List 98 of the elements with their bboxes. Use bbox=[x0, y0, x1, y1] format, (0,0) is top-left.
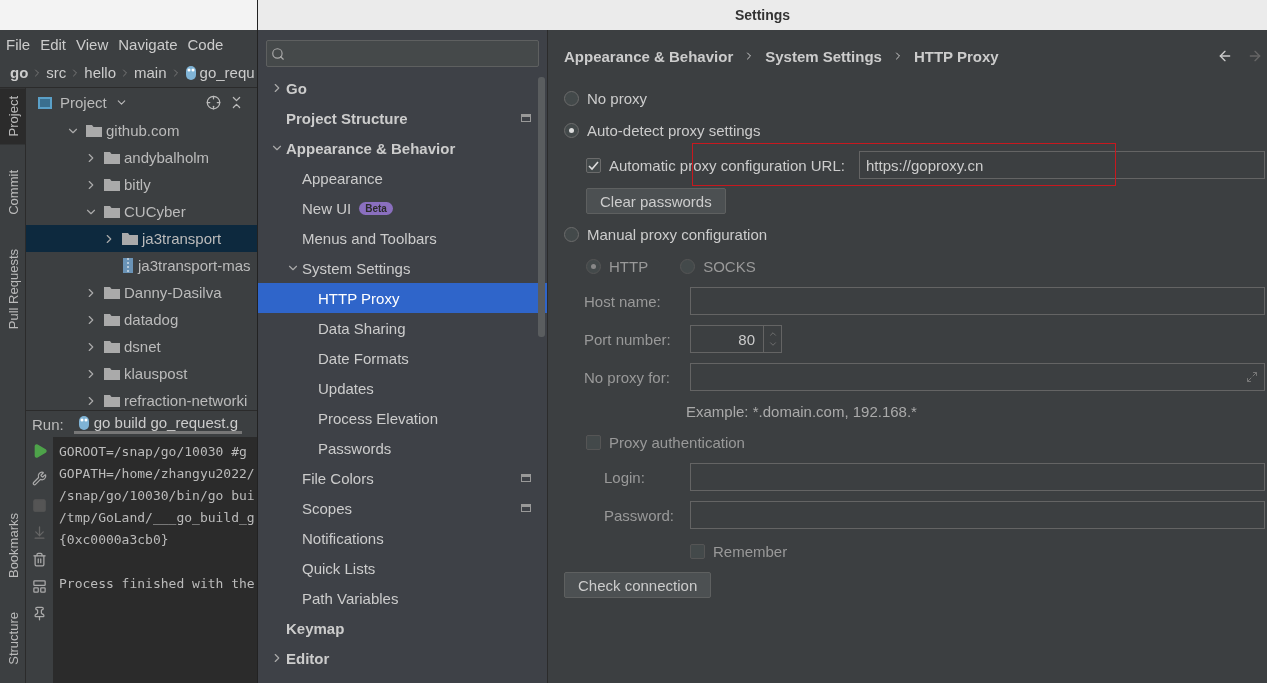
console-line: GOROOT=/snap/go/10030 #g bbox=[59, 443, 248, 461]
settings-nav-item[interactable]: Quick Lists bbox=[258, 553, 547, 583]
tool-window-tab[interactable]: Pull Requests bbox=[0, 241, 26, 338]
check-connection-button[interactable]: Check connection bbox=[564, 572, 712, 598]
folder-icon bbox=[104, 313, 120, 326]
url-field[interactable]: https://goproxy.cn bbox=[858, 151, 1265, 179]
tool-window-tab[interactable]: Project bbox=[0, 88, 26, 145]
project-icon bbox=[38, 96, 52, 109]
settings-nav-item[interactable]: Go bbox=[258, 73, 547, 103]
folder-icon bbox=[86, 124, 102, 137]
panel-title[interactable]: Project bbox=[60, 94, 107, 111]
tree-item[interactable]: github.com bbox=[26, 117, 257, 144]
folder-icon bbox=[104, 394, 120, 407]
settings-nav-item[interactable]: Data Sharing bbox=[258, 313, 547, 343]
settings-nav-item[interactable]: Project Structure bbox=[258, 103, 547, 133]
tree-item[interactable]: refraction-networki bbox=[26, 387, 257, 410]
gopher-icon bbox=[184, 65, 197, 80]
expand-icon[interactable] bbox=[1246, 371, 1258, 383]
tree-item[interactable]: dsnet bbox=[26, 333, 257, 360]
breadcrumb-item[interactable]: go bbox=[10, 64, 29, 81]
settings-nav-item[interactable]: Notifications bbox=[258, 523, 547, 553]
field-label: Port number: bbox=[583, 330, 672, 348]
console-line: {0xc0000a3cb0} bbox=[59, 531, 170, 549]
field-label: Login: bbox=[603, 468, 646, 486]
gopher-icon bbox=[77, 415, 90, 430]
field-label: Host name: bbox=[583, 292, 662, 310]
settings-nav-item[interactable]: Path Variables bbox=[258, 583, 547, 613]
tool-window-tab[interactable]: Bookmarks bbox=[0, 505, 26, 587]
tool-window-tab[interactable]: Structure bbox=[0, 604, 26, 673]
breadcrumb-item[interactable]: go_requ bbox=[199, 64, 255, 81]
window-title: Settings bbox=[258, 0, 1267, 30]
wrench-icon[interactable] bbox=[32, 471, 47, 486]
settings-nav-item[interactable]: Appearance bbox=[258, 163, 547, 193]
folder-icon bbox=[104, 151, 120, 164]
settings-nav-item[interactable]: Passwords bbox=[258, 433, 547, 463]
hint-text: Example: *.domain.com, 192.168.* bbox=[685, 401, 918, 422]
crosshair-icon[interactable] bbox=[205, 95, 221, 110]
radio-button[interactable] bbox=[564, 90, 579, 106]
settings-nav-item[interactable]: Updates bbox=[258, 373, 547, 403]
radio-button[interactable] bbox=[564, 122, 579, 138]
tree-item[interactable]: Danny-Dasilva bbox=[26, 279, 257, 306]
settings-nav-item[interactable]: Scopes bbox=[258, 493, 547, 523]
breadcrumb-item[interactable]: src bbox=[46, 64, 67, 81]
menu-item[interactable]: Edit bbox=[40, 35, 67, 53]
settings-nav-item[interactable]: File Colors bbox=[258, 463, 547, 493]
run-tab[interactable]: go build go_request.g bbox=[73, 414, 242, 434]
option-label[interactable]: No proxy bbox=[587, 89, 648, 107]
field-label: Password: bbox=[603, 506, 676, 524]
menu-item[interactable]: View bbox=[76, 35, 109, 53]
folder-icon bbox=[104, 178, 120, 191]
breadcrumb-item[interactable]: main bbox=[134, 64, 167, 81]
settings-nav-item[interactable]: Menus and Toolbars bbox=[258, 223, 547, 253]
tree-item[interactable]: klauspost bbox=[26, 360, 257, 387]
login-field[interactable] bbox=[690, 463, 1265, 491]
menu-item[interactable]: Code bbox=[187, 35, 224, 53]
settings-nav-item[interactable]: Appearance & Behavior bbox=[258, 133, 547, 163]
no-proxy-field[interactable] bbox=[690, 363, 1265, 391]
layout-icon[interactable] bbox=[32, 579, 47, 594]
tree-item[interactable]: andybalholm bbox=[26, 144, 257, 171]
pin-icon[interactable] bbox=[32, 606, 47, 621]
menu-item[interactable]: File bbox=[6, 35, 31, 53]
run-label: Run: bbox=[32, 415, 64, 433]
field-label: No proxy for: bbox=[583, 368, 671, 386]
password-field[interactable] bbox=[690, 501, 1265, 529]
tree-item[interactable]: CUCyber bbox=[26, 198, 257, 225]
settings-nav-item[interactable]: Editor bbox=[258, 643, 547, 673]
settings-nav-item[interactable]: Date Formats bbox=[258, 343, 547, 373]
settings-nav-item[interactable]: Process Elevation bbox=[258, 403, 547, 433]
menu-item[interactable]: Navigate bbox=[118, 35, 178, 53]
beta-badge: Beta bbox=[359, 201, 393, 215]
settings-nav-item[interactable]: Keymap bbox=[258, 613, 547, 643]
settings-nav-item[interactable]: HTTP Proxy bbox=[258, 283, 547, 313]
settings-nav-item[interactable]: New UI Beta bbox=[258, 193, 547, 223]
tree-item[interactable]: datadog bbox=[26, 306, 257, 333]
folder-icon bbox=[104, 340, 120, 353]
breadcrumb-item[interactable]: HTTP Proxy bbox=[913, 47, 999, 65]
tree-item[interactable]: bitly bbox=[26, 171, 257, 198]
breadcrumb-item[interactable]: Appearance & Behavior bbox=[564, 47, 734, 65]
trash-icon[interactable] bbox=[32, 552, 47, 567]
tree-item[interactable]: ja3transport-mas bbox=[26, 252, 257, 279]
back-arrow-icon[interactable] bbox=[1217, 48, 1233, 64]
folder-icon bbox=[104, 367, 120, 380]
folder-icon bbox=[104, 286, 120, 299]
clear-passwords-button[interactable]: Clear passwords bbox=[586, 188, 726, 214]
checkbox[interactable] bbox=[586, 157, 601, 173]
scrollbar-thumb[interactable] bbox=[538, 77, 545, 337]
tree-item[interactable]: ja3transport bbox=[26, 225, 257, 252]
settings-nav-item[interactable]: System Settings bbox=[258, 253, 547, 283]
tool-window-tab[interactable]: Commit bbox=[0, 162, 26, 224]
archive-icon bbox=[122, 258, 134, 273]
folder-icon bbox=[122, 232, 138, 245]
breadcrumb-item[interactable]: hello bbox=[84, 64, 117, 81]
search-field[interactable] bbox=[266, 40, 539, 67]
host-name-field[interactable] bbox=[690, 287, 1265, 315]
folder-icon bbox=[104, 205, 120, 218]
breadcrumb-item[interactable]: System Settings bbox=[765, 47, 882, 65]
option-label[interactable]: Auto-detect proxy settings bbox=[587, 121, 761, 139]
search-icon bbox=[271, 46, 285, 61]
